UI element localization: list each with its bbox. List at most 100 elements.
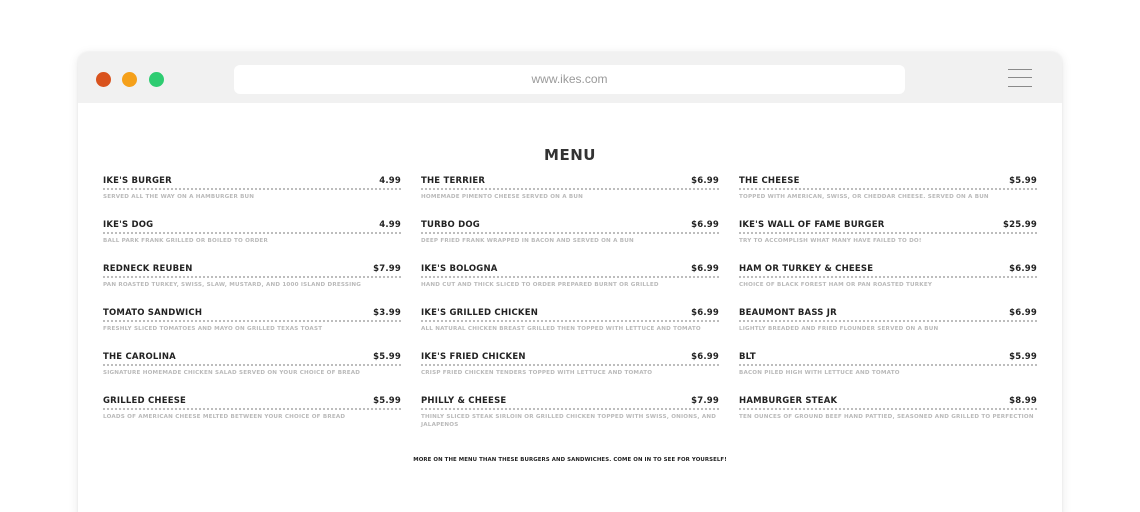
menu-item-price: $5.99 [373,396,401,406]
minimize-window-button[interactable] [122,72,137,87]
menu-item-price: $6.99 [691,220,719,230]
menu-item-header: IKE'S DOG 4.99 [103,220,401,234]
menu-item-price: $6.99 [691,352,719,362]
menu-column: IKE'S BURGER 4.99 SERVED ALL THE WAY ON A … [103,176,401,440]
menu-item-header: GRILLED CHEESE $5.99 [103,396,401,410]
menu-item-name: BLT [739,352,756,362]
menu-item-description: TEN OUNCES OF GROUND BEEF HAND PATTIED, … [739,414,1034,420]
menu-item: IKE'S BURGER 4.99 SERVED ALL THE WAY ON A … [103,176,401,220]
menu-item-description: ALL NATURAL CHICKEN BREAST GRILLED THEN … [421,326,701,332]
menu-item-header: PHILLY & CHEESE $7.99 [421,396,719,410]
menu-item: HAMBURGER STEAK $8.99 TEN OUNCES OF GROUND… [739,396,1037,440]
menu-item-name: TURBO DOG [421,220,480,230]
menu-item-header: IKE'S GRILLED CHICKEN $6.99 [421,308,719,322]
menu-item: HAM OR TURKEY & CHEESE $6.99 CHOICE OF BLA… [739,264,1037,308]
menu-item: THE CHEESE $5.99 TOPPED WITH AMERICAN, SWI… [739,176,1037,220]
menu-item-name: IKE'S DOG [103,220,154,230]
menu-item: IKE'S BOLOGNA $6.99 HAND CUT AND THICK SLI… [421,264,719,308]
menu-item-description: PAN ROASTED TURKEY, SWISS, SLAW, MUSTARD… [103,282,362,288]
menu-item-price: $5.99 [1009,176,1037,186]
menu-item-name: HAM OR TURKEY & CHEESE [739,264,874,274]
menu-item-name: PHILLY & CHEESE [421,396,507,406]
menu-item-price: $6.99 [1009,308,1037,318]
menu-item-description: FRESHLY SLICED TOMATOES AND MAYO ON GRIL… [103,326,323,332]
menu-item-header: HAMBURGER STEAK $8.99 [739,396,1037,410]
menu-item: BLT $5.99 BACON PILED HIGH WITH LETTUCE AN… [739,352,1037,396]
menu-item-header: IKE'S WALL OF FAME BURGER $25.99 [739,220,1037,234]
menu-item-header: IKE'S BURGER 4.99 [103,176,401,190]
menu-item: IKE'S WALL OF FAME BURGER $25.99 TRY TO AC… [739,220,1037,264]
menu-item-name: HAMBURGER STEAK [739,396,838,406]
menu-item-name: IKE'S GRILLED CHICKEN [421,308,539,318]
menu-item: GRILLED CHEESE $5.99 LOADS OF AMERICAN CHE… [103,396,401,440]
menu-item-description: BALL PARK FRANK GRILLED OR BOILED TO ORD… [103,238,268,244]
menu-column: THE TERRIER $6.99 HOMEMADE PIMENTO CHEESE … [421,176,719,440]
menu-item: REDNECK REUBEN $7.99 PAN ROASTED TURKEY, S… [103,264,401,308]
menu-item-header: BLT $5.99 [739,352,1037,366]
menu-item-name: THE CHEESE [739,176,800,186]
hamburger-line [1008,86,1032,87]
address-bar[interactable]: www.ikes.com [234,65,905,94]
menu-item-header: TURBO DOG $6.99 [421,220,719,234]
menu-item-price: $5.99 [373,352,401,362]
menu-item-name: THE CAROLINA [103,352,176,362]
menu-item-name: GRILLED CHEESE [103,396,187,406]
menu-item-header: THE TERRIER $6.99 [421,176,719,190]
menu-item-header: BEAUMONT BASS JR $6.99 [739,308,1037,322]
menu-item: THE TERRIER $6.99 HOMEMADE PIMENTO CHEESE … [421,176,719,220]
menu-item-name: IKE'S BOLOGNA [421,264,498,274]
browser-titlebar: www.ikes.com [78,52,1062,103]
menu-item-description: CHOICE OF BLACK FOREST HAM OR PAN ROASTE… [739,282,933,288]
menu-item-price: $25.99 [1002,220,1037,230]
menu-item-description: LOADS OF AMERICAN CHEESE MELTED BETWEEN … [103,414,346,420]
menu-item-header: IKE'S BOLOGNA $6.99 [421,264,719,278]
menu-item: THE CAROLINA $5.99 SIGNATURE HOMEMADE CHIC… [103,352,401,396]
menu-item-name: IKE'S FRIED CHICKEN [421,352,526,362]
menu-item-price: $6.99 [691,176,719,186]
menu-item-description: LIGHTLY BREADED AND FRIED FLOUNDER SERVE… [739,326,939,332]
menu-item-description: HOMEMADE PIMENTO CHEESE SERVED ON A BUN [421,194,583,200]
menu-item-name: BEAUMONT BASS JR [739,308,837,318]
menu-item: BEAUMONT BASS JR $6.99 LIGHTLY BREADED AND… [739,308,1037,352]
menu-item-name: IKE'S WALL OF FAME BURGER [739,220,885,230]
menu-item: PHILLY & CHEESE $7.99 THINLY SLICED STEAK … [421,396,719,440]
menu-item-description: TOPPED WITH AMERICAN, SWISS, OR CHEDDAR … [739,194,989,200]
menu-item-name: THE TERRIER [421,176,486,186]
menu-item-header: TOMATO SANDWICH $3.99 [103,308,401,322]
menu-item: TURBO DOG $6.99 DEEP FRIED FRANK WRAPPED I… [421,220,719,264]
menu-item-description: TRY TO ACCOMPLISH WHAT MANY HAVE FAILED … [739,238,922,244]
menu-item-name: TOMATO SANDWICH [103,308,203,318]
menu-item: IKE'S FRIED CHICKEN $6.99 CRISP FRIED CHIC… [421,352,719,396]
menu-item-price: $7.99 [373,264,401,274]
menu-title: MENU [544,146,596,164]
hamburger-line [1008,69,1032,70]
menu-item-description: SERVED ALL THE WAY ON A HAMBURGER BUN [103,194,255,200]
menu-item-price: $5.99 [1009,352,1037,362]
menu-column: THE CHEESE $5.99 TOPPED WITH AMERICAN, SWI… [739,176,1037,440]
menu-item-price: $7.99 [691,396,719,406]
menu-item-header: IKE'S FRIED CHICKEN $6.99 [421,352,719,366]
menu-item-header: HAM OR TURKEY & CHEESE $6.99 [739,264,1037,278]
maximize-window-button[interactable] [149,72,164,87]
menu-item-description: BACON PILED HIGH WITH LETTUCE AND TOMATO [739,370,900,376]
menu-item-price: $8.99 [1009,396,1037,406]
menu-item-header: THE CAROLINA $5.99 [103,352,401,366]
hamburger-menu-icon[interactable] [1008,68,1032,88]
menu-item-header: REDNECK REUBEN $7.99 [103,264,401,278]
menu-item-price: $6.99 [1009,264,1037,274]
menu-item-price: $6.99 [691,308,719,318]
menu-item: IKE'S DOG 4.99 BALL PARK FRANK GRILLED OR … [103,220,401,264]
close-window-button[interactable] [96,72,111,87]
menu-item-description: SIGNATURE HOMEMADE CHICKEN SALAD SERVED … [103,370,361,376]
menu-item: IKE'S GRILLED CHICKEN $6.99 ALL NATURAL CH… [421,308,719,352]
menu-item-header: THE CHEESE $5.99 [739,176,1037,190]
menu-item-description: HAND CUT AND THICK SLICED TO ORDER PREPA… [421,282,659,288]
menu-item-name: IKE'S BURGER [103,176,172,186]
menu-item-price: $6.99 [691,264,719,274]
menu-item-description: DEEP FRIED FRANK WRAPPED IN BACON AND SE… [421,238,634,244]
menu-item-description: CRISP FRIED CHICKEN TENDERS TOPPED WITH … [421,370,653,376]
menu-item: TOMATO SANDWICH $3.99 FRESHLY SLICED TOMAT… [103,308,401,352]
hamburger-line [1008,77,1032,78]
menu-item-price: 4.99 [379,176,401,186]
browser-window: www.ikes.com MENU IKE'S BURGER 4.99 SERVED… [78,52,1062,512]
